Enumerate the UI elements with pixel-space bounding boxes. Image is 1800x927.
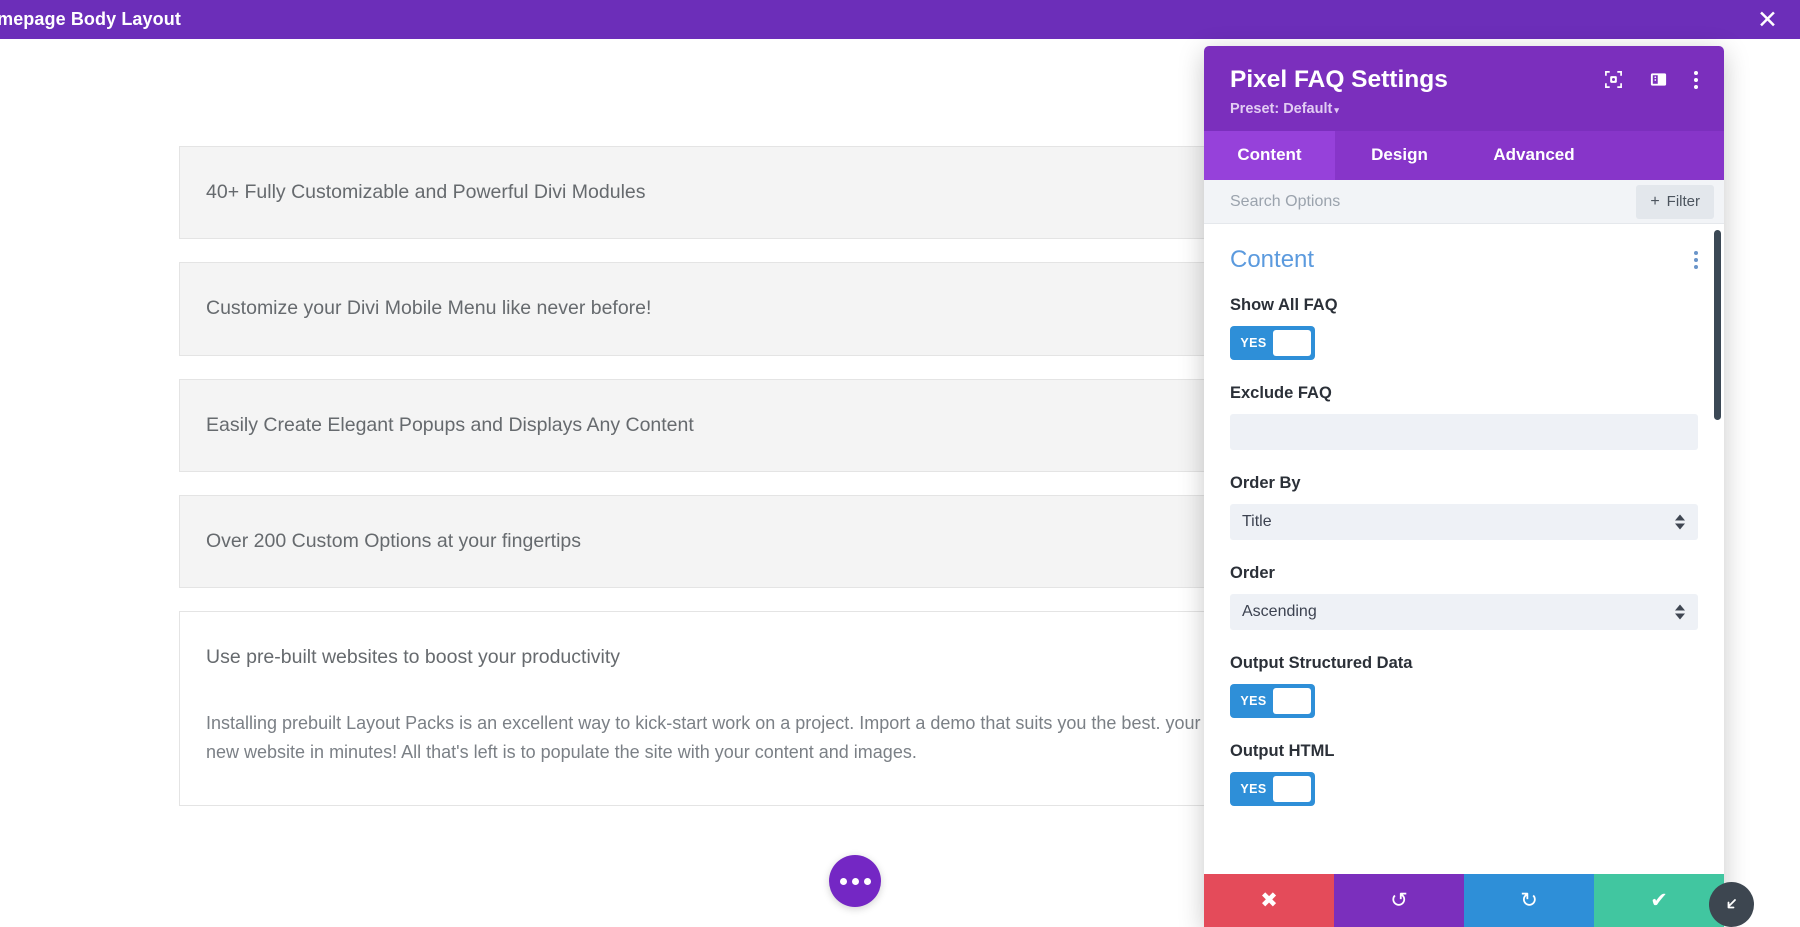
tab-design[interactable]: Design [1335, 131, 1464, 180]
field-label: Output Structured Data [1230, 654, 1413, 673]
dot-icon [1694, 70, 1698, 75]
tab-advanced[interactable]: Advanced [1464, 131, 1604, 180]
plus-icon: + [1650, 192, 1660, 210]
settings-panel-header-icons [1604, 70, 1698, 89]
settings-panel-header: Pixel FAQ Settings Preset: Default ▾ [1204, 46, 1724, 132]
dot-icon [851, 877, 859, 885]
toggle-value: YES [1240, 782, 1267, 797]
settings-panel-body: Content Show All FAQ YES Exclude FAQ Ord… [1204, 224, 1724, 874]
settings-panel-footer: ✖ ↺ ↻ ✔ [1204, 874, 1724, 927]
close-icon[interactable]: ✕ [1757, 7, 1778, 32]
toggle-value: YES [1240, 694, 1267, 709]
save-button[interactable]: ✔ [1594, 874, 1724, 927]
redo-icon: ↻ [1520, 889, 1538, 912]
search-options-row: + Filter [1204, 180, 1724, 225]
order-select-wrap: Ascending [1230, 594, 1698, 631]
faq-item-body: Installing prebuilt Layout Packs is an e… [206, 712, 1201, 762]
order-by-value: Title [1242, 513, 1272, 531]
preset-label: Preset: Default [1230, 101, 1333, 118]
settings-tabs: Content Design Advanced [1204, 131, 1724, 181]
field-output-html: Output HTML YES [1230, 742, 1698, 807]
field-label: Order By [1230, 474, 1301, 493]
close-icon: ✖ [1260, 889, 1278, 912]
exclude-faq-input[interactable] [1230, 414, 1698, 451]
field-order-by: Order By Title [1230, 474, 1698, 541]
output-structured-data-toggle[interactable]: YES [1230, 684, 1315, 719]
order-select[interactable]: Ascending [1230, 594, 1698, 631]
filter-button-label: Filter [1666, 193, 1700, 211]
dot-icon [1694, 258, 1698, 263]
panel-scrollbar-thumb[interactable] [1714, 230, 1721, 421]
output-html-toggle[interactable]: YES [1230, 772, 1315, 807]
chevron-down-icon: ▾ [1334, 105, 1339, 116]
field-output-structured-data: Output Structured Data YES [1230, 654, 1698, 719]
panel-scrollbar[interactable] [1714, 224, 1721, 874]
redo-button[interactable]: ↻ [1464, 874, 1594, 927]
toggle-knob [1272, 776, 1311, 803]
section-title: Content [1230, 246, 1315, 274]
cancel-button[interactable]: ✖ [1204, 874, 1334, 927]
module-settings-modal: Pixel FAQ Settings Preset: Default ▾ Con… [1204, 46, 1724, 927]
field-label: Show All FAQ [1230, 296, 1338, 315]
preset-selector[interactable]: Preset: Default ▾ [1230, 101, 1698, 117]
field-exclude-faq: Exclude FAQ [1230, 384, 1698, 451]
dot-icon [839, 877, 847, 885]
tab-content[interactable]: Content [1204, 131, 1335, 181]
kebab-menu-icon[interactable] [1694, 70, 1698, 89]
section-kebab-icon[interactable] [1694, 251, 1698, 270]
layout-title: omepage Body Layout [0, 9, 181, 29]
field-label: Exclude FAQ [1230, 384, 1332, 403]
order-by-select[interactable]: Title [1230, 504, 1698, 541]
order-by-select-wrap: Title [1230, 504, 1698, 541]
resize-handle[interactable] [1709, 882, 1754, 927]
panel-layout-icon[interactable] [1649, 70, 1668, 89]
toggle-knob [1272, 330, 1311, 357]
show-all-faq-toggle[interactable]: YES [1230, 326, 1315, 361]
dot-icon [863, 877, 871, 885]
focus-target-icon[interactable] [1604, 70, 1623, 89]
field-show-all-faq: Show All FAQ YES [1230, 296, 1698, 361]
field-label: Output HTML [1230, 742, 1335, 761]
checkmark-icon: ✔ [1650, 889, 1668, 912]
field-order: Order Ascending [1230, 564, 1698, 631]
diagonal-arrow-icon [1727, 898, 1736, 908]
toggle-knob [1272, 688, 1311, 715]
builder-top-bar: omepage Body Layout ✕ [0, 0, 1800, 39]
dot-icon [1694, 251, 1698, 256]
undo-button[interactable]: ↺ [1334, 874, 1464, 927]
dot-icon [1694, 265, 1698, 270]
content-section-header: Content [1230, 246, 1698, 274]
dot-icon [1694, 77, 1698, 82]
page-settings-button[interactable] [829, 855, 881, 907]
search-input[interactable] [1230, 192, 1637, 211]
field-label: Order [1230, 564, 1275, 583]
order-value: Ascending [1242, 603, 1317, 621]
undo-icon: ↺ [1390, 889, 1408, 912]
dot-icon [1694, 84, 1698, 89]
toggle-value: YES [1240, 336, 1267, 351]
filter-button[interactable]: + Filter [1636, 184, 1714, 219]
